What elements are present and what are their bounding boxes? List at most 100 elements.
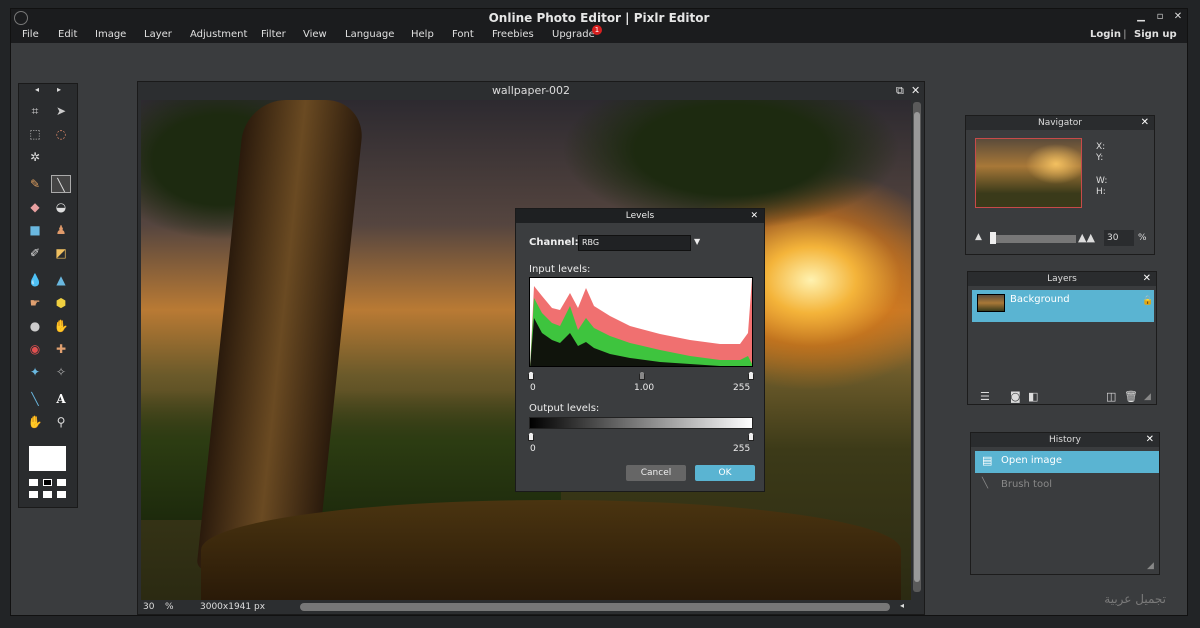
navigator-header: Navigator ✕ [966, 116, 1154, 130]
minimize-icon[interactable]: ▁ [1135, 11, 1147, 23]
horizontal-scrollbar[interactable] [300, 603, 890, 611]
spot-heal-tool-icon[interactable]: ✚ [51, 340, 71, 358]
menu-view[interactable]: View [303, 29, 327, 40]
new-layer-icon[interactable]: ◧ [1028, 390, 1038, 403]
scroll-left-icon[interactable]: ◂ [900, 601, 904, 610]
bloat-tool-icon[interactable]: ✦ [25, 363, 45, 381]
navigator-zoom-input[interactable]: 30 [1104, 230, 1134, 246]
menu-language[interactable]: Language [345, 29, 394, 40]
lasso-tool-icon[interactable]: ◌ [51, 125, 71, 143]
levels-close-icon[interactable]: ✕ [750, 209, 758, 223]
gradient-tool-icon[interactable]: ■ [25, 221, 45, 239]
open-image-icon: ▤ [982, 454, 993, 467]
menu-font[interactable]: Font [452, 29, 474, 40]
burn-tool-icon[interactable]: ✋ [51, 317, 71, 335]
magic-wand-tool-icon[interactable]: ✲ [25, 148, 45, 166]
levels-title: Levels [625, 211, 655, 221]
history-panel: History ✕ ▤ Open image ╲ Brush tool ◢ [970, 432, 1160, 575]
resize-grip-icon[interactable]: ◢ [1147, 561, 1154, 571]
title-bar: Online Photo Editor | Pixlr Editor ▁ ▫ ✕ [11, 9, 1187, 27]
menu-adjustment[interactable]: Adjustment [190, 29, 247, 40]
channel-select[interactable]: RBG [578, 235, 691, 251]
cancel-button[interactable]: Cancel [626, 465, 686, 481]
output-white-slider[interactable] [748, 432, 754, 441]
hand-tool-icon[interactable]: ✋ [25, 413, 45, 431]
restore-icon[interactable]: ⧉ [896, 82, 904, 100]
input-black-slider[interactable] [528, 371, 534, 380]
sharpen-tool-icon[interactable]: ▲ [51, 271, 71, 289]
input-gamma-slider[interactable] [639, 371, 645, 380]
vertical-scroll-thumb[interactable] [914, 112, 920, 582]
blur-tool-icon[interactable]: 💧 [25, 271, 45, 289]
close-document-icon[interactable]: ✕ [911, 82, 920, 100]
layers-header: Layers ✕ [968, 272, 1156, 286]
trash-icon[interactable]: 🗑 [1124, 390, 1138, 403]
menu-image[interactable]: Image [95, 29, 126, 40]
layer-mask-icon[interactable]: ◙ [1010, 390, 1021, 403]
chevron-down-icon[interactable]: ▼ [694, 237, 700, 246]
app-window: Online Photo Editor | Pixlr Editor ▁ ▫ ✕… [10, 8, 1188, 616]
resize-grip-icon[interactable]: ◢ [1144, 392, 1151, 402]
menu-filter[interactable]: Filter [261, 29, 286, 40]
color-picker-tool-icon[interactable]: ╲ [25, 390, 45, 408]
navigator-close-icon[interactable]: ✕ [1141, 116, 1149, 130]
layers-close-icon[interactable]: ✕ [1143, 272, 1151, 286]
layer-settings-icon[interactable]: ☰ [980, 390, 990, 403]
history-close-icon[interactable]: ✕ [1146, 433, 1154, 447]
crop-tool-icon[interactable]: ⌗ [25, 102, 45, 120]
history-item-brush-tool[interactable]: ╲ Brush tool [975, 475, 1159, 495]
status-bar: 30 % 3000x1941 px ◂ [138, 600, 924, 616]
layer-row-background[interactable]: Background 🔒 [972, 290, 1154, 322]
sponge-tool-icon[interactable]: ⬢ [51, 294, 71, 312]
move-tool-icon[interactable]: ➤ [51, 102, 71, 120]
dodge-tool-icon[interactable]: ● [25, 317, 45, 335]
watermark-text: تجميل عربية [1104, 592, 1166, 606]
type-tool-icon[interactable]: A [51, 390, 71, 408]
close-window-icon[interactable]: ✕ [1172, 11, 1184, 23]
brush-history-icon: ╲ [982, 478, 989, 489]
zoom-value[interactable]: 30 [143, 602, 154, 612]
levels-dialog: Levels ✕ Channel: RBG ▼ Input levels: 0 … [515, 208, 765, 492]
duplicate-layer-icon[interactable]: ◫ [1106, 390, 1116, 403]
signup-link[interactable]: Sign up [1134, 29, 1177, 40]
input-white-slider[interactable] [748, 371, 754, 380]
menu-freebies[interactable]: Freebies [492, 29, 534, 40]
navigator-zoom-unit: % [1138, 233, 1147, 243]
menu-file[interactable]: File [22, 29, 39, 40]
navigator-title: Navigator [1037, 118, 1083, 128]
input-max-value: 255 [733, 383, 751, 393]
marquee-tool-icon[interactable]: ⬚ [25, 125, 45, 143]
clone-stamp-tool-icon[interactable]: ♟ [51, 221, 71, 239]
navigator-thumbnail[interactable] [975, 138, 1082, 208]
smudge-tool-icon[interactable]: ☛ [25, 294, 45, 312]
foreground-color-swatch[interactable] [29, 446, 66, 471]
drawing-tool-icon[interactable]: ◩ [51, 244, 71, 262]
menu-edit[interactable]: Edit [58, 29, 77, 40]
zoom-in-icon[interactable]: ▲▲ [1078, 231, 1095, 244]
ok-button[interactable]: OK [695, 465, 755, 481]
zoom-out-icon[interactable]: ▲ [975, 232, 982, 242]
pencil-tool-icon[interactable]: ✎ [25, 175, 45, 193]
layers-title: Layers [1047, 274, 1077, 284]
menu-upgrade[interactable]: Upgrade [552, 29, 595, 40]
menu-layer[interactable]: Layer [144, 29, 172, 40]
history-item-open-image[interactable]: ▤ Open image [975, 451, 1159, 473]
eraser-tool-icon[interactable]: ◆ [25, 198, 45, 216]
toolbox-prev-icon[interactable]: ◂ [35, 84, 39, 96]
color-swatch-grid[interactable] [29, 479, 67, 501]
zoom-slider[interactable] [990, 235, 1076, 243]
brush-tool-icon[interactable]: ╲ [51, 175, 71, 193]
paint-bucket-tool-icon[interactable]: ◒ [51, 198, 71, 216]
output-min-value: 0 [530, 444, 536, 454]
color-replace-tool-icon[interactable]: ✐ [25, 244, 45, 262]
red-eye-tool-icon[interactable]: ◉ [25, 340, 45, 358]
menu-help[interactable]: Help [411, 29, 434, 40]
maximize-icon[interactable]: ▫ [1154, 11, 1166, 23]
toolbox-next-icon[interactable]: ▸ [57, 84, 61, 96]
upgrade-badge: 1 [592, 25, 602, 35]
pinch-tool-icon[interactable]: ✧ [51, 363, 71, 381]
output-black-slider[interactable] [528, 432, 534, 441]
zoom-slider-handle[interactable] [990, 232, 996, 244]
login-link[interactable]: Login [1090, 29, 1121, 40]
zoom-tool-icon[interactable]: ⚲ [51, 413, 71, 431]
